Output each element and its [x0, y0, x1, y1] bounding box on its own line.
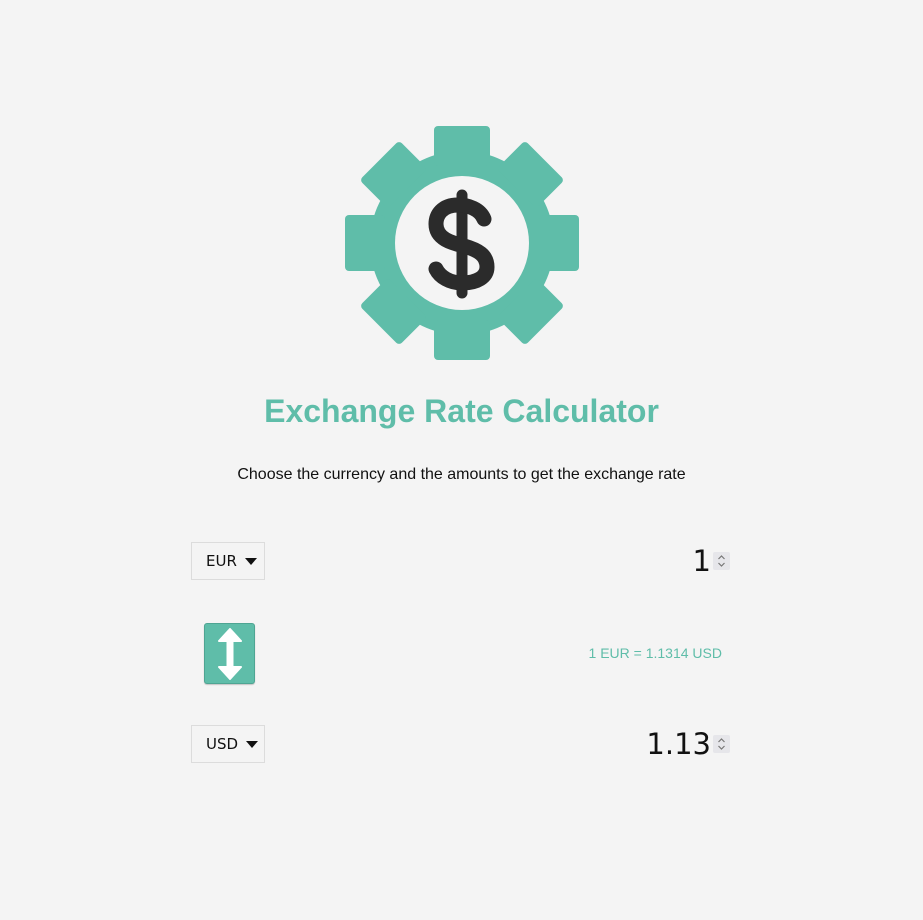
- amount-two-stepper[interactable]: [713, 735, 730, 753]
- currency-two-select[interactable]: USD: [191, 725, 265, 763]
- amount-one-input[interactable]: [511, 544, 711, 578]
- amount-one-stepper[interactable]: [713, 552, 730, 570]
- caret-down-icon: [244, 557, 257, 565]
- stepper-arrows-icon: [718, 738, 725, 750]
- swap-button[interactable]: [204, 623, 255, 684]
- amount-one-field: [511, 542, 730, 580]
- currency-one-value: EUR: [206, 552, 237, 570]
- currency-one-select[interactable]: EUR: [191, 542, 265, 580]
- swap-vertical-arrow-icon: [217, 627, 242, 680]
- page-subtitle: Choose the currency and the amounts to g…: [237, 466, 686, 483]
- amount-two-field: [511, 725, 730, 763]
- page-title: Exchange Rate Calculator: [264, 393, 659, 429]
- amount-two-input[interactable]: [511, 727, 711, 761]
- caret-down-icon: [246, 740, 259, 748]
- stepper-arrows-icon: [718, 555, 725, 567]
- exchange-rate-text: 1 EUR = 1.1314 USD: [588, 645, 722, 661]
- gear-dollar-icon: [344, 125, 580, 361]
- exchange-rate-page: Exchange Rate Calculator Choose the curr…: [0, 0, 923, 920]
- currency-two-value: USD: [206, 735, 239, 753]
